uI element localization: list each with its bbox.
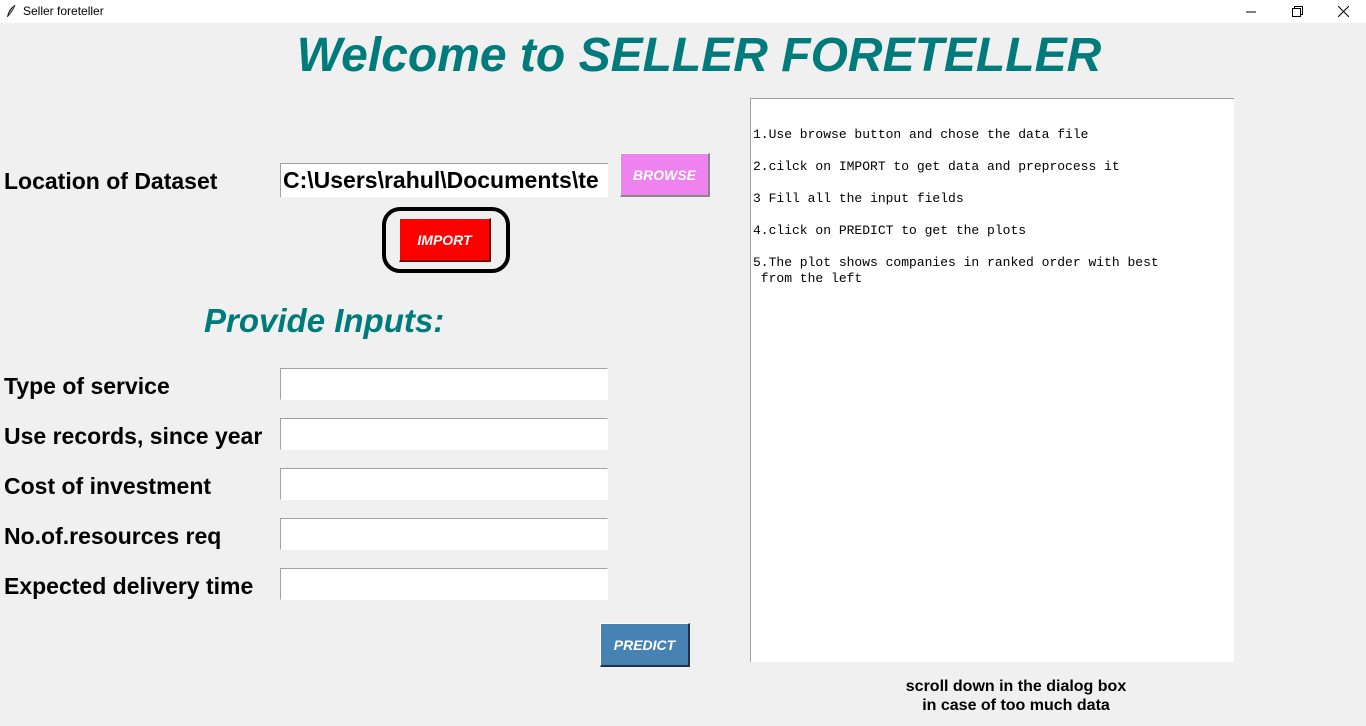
use-records-label: Use records, since year [4, 423, 263, 449]
instruction-line: 4.click on PREDICT to get the plots [753, 223, 1027, 238]
delivery-time-input[interactable] [280, 568, 608, 600]
restore-icon [1291, 6, 1303, 17]
type-of-service-input[interactable] [280, 368, 608, 400]
instruction-line: 2.cilck on IMPORT to get data and prepro… [753, 159, 1120, 174]
dataset-location-label: Location of Dataset [4, 168, 218, 194]
import-button[interactable]: IMPORT [399, 218, 491, 262]
cost-of-investment-label: Cost of investment [4, 473, 212, 499]
scroll-note-line: scroll down in the dialog box [905, 678, 1127, 695]
instructions-textbox[interactable]: 1.Use browse button and chose the data f… [750, 98, 1234, 662]
resources-req-input[interactable] [280, 518, 608, 550]
resources-req-label: No.of.resources req [4, 523, 222, 549]
cost-of-investment-input[interactable] [280, 468, 608, 500]
close-button[interactable] [1320, 0, 1366, 23]
window-title: Seller foreteller [23, 4, 104, 18]
feather-icon [5, 4, 17, 19]
instruction-line: 3 Fill all the input fields [753, 191, 964, 206]
scroll-note: scroll down in the dialog box in case of… [880, 677, 1152, 715]
inputs-heading: Provide Inputs: [204, 302, 445, 339]
restore-button[interactable] [1274, 0, 1320, 23]
dataset-path-input[interactable]: C:\Users\rahul\Documents\te [280, 163, 608, 197]
scroll-note-line: in case of too much data [922, 697, 1110, 714]
type-of-service-label: Type of service [4, 373, 170, 399]
title-bar: Seller foreteller [0, 0, 1366, 23]
predict-button[interactable]: PREDICT [600, 623, 690, 667]
minimize-button[interactable] [1228, 0, 1274, 23]
close-icon [1337, 6, 1349, 17]
instruction-line: 1.Use browse button and chose the data f… [753, 127, 1089, 142]
page-title: Welcome to SELLER FORETELLER [296, 29, 1102, 82]
use-records-input[interactable] [280, 418, 608, 450]
instruction-line: 5.The plot shows companies in ranked ord… [753, 255, 1159, 286]
browse-button[interactable]: BROWSE [620, 153, 710, 197]
delivery-time-label: Expected delivery time [4, 573, 254, 599]
minimize-icon [1246, 7, 1256, 17]
